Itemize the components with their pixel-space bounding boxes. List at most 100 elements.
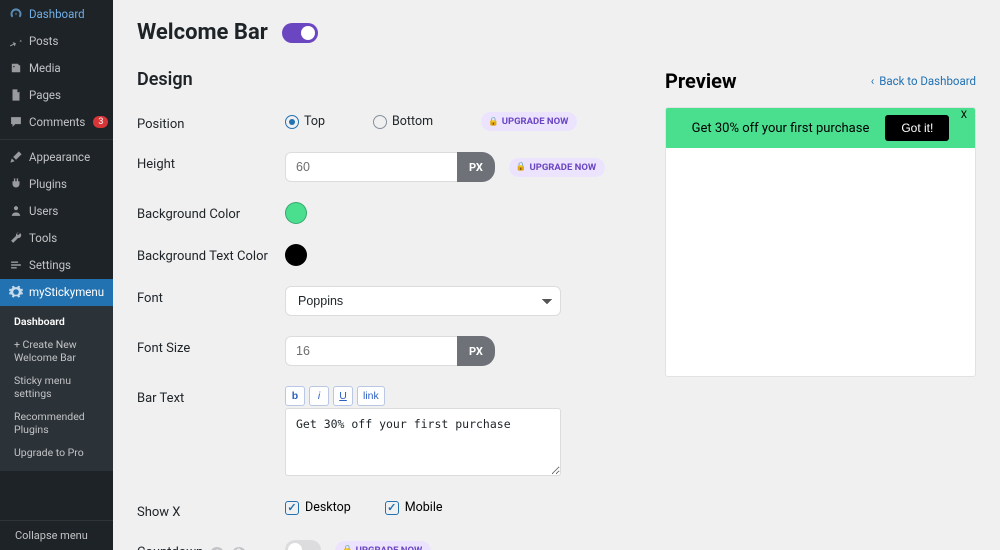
- chevron-left-icon: ‹: [871, 74, 874, 88]
- main-content: Welcome Bar Design Position Top Bottom: [113, 0, 1000, 550]
- bg-color-swatch[interactable]: [285, 202, 307, 224]
- sidebar-label: Media: [29, 61, 61, 75]
- tool-icon: [9, 231, 23, 245]
- checkbox-label: Mobile: [405, 500, 443, 515]
- radio-dot-icon: [285, 115, 299, 129]
- bar-text-textarea[interactable]: [285, 408, 561, 476]
- radio-dot-icon: [373, 115, 387, 129]
- lock-icon: 🔒: [488, 117, 499, 127]
- upgrade-pill[interactable]: 🔒 UPGRADE NOW: [335, 541, 431, 550]
- comment-icon: [9, 115, 23, 129]
- upgrade-label: UPGRADE NOW: [529, 162, 596, 173]
- upgrade-pill[interactable]: 🔒 UPGRADE NOW: [509, 158, 605, 177]
- sidebar-item-posts[interactable]: Posts: [0, 27, 113, 54]
- sidebar-item-users[interactable]: Users: [0, 198, 113, 225]
- sidebar-label: Comments: [29, 115, 85, 129]
- comments-count-badge: 3: [93, 116, 108, 128]
- back-link-label: Back to Dashboard: [879, 74, 976, 88]
- sidebar-label: Users: [29, 204, 58, 218]
- submenu-recommended[interactable]: Recommended Plugins: [0, 405, 113, 441]
- sidebar-label: Tools: [29, 231, 57, 245]
- checkbox-desktop[interactable]: ✓ Desktop: [285, 500, 351, 515]
- check-icon: ✓: [285, 501, 299, 515]
- submenu-dashboard[interactable]: Dashboard: [0, 310, 113, 333]
- editor-link-button[interactable]: link: [357, 386, 385, 406]
- sidebar-item-comments[interactable]: Comments 3: [0, 108, 113, 135]
- unit-badge: PX: [457, 336, 495, 366]
- settings-icon: [9, 258, 23, 272]
- clock-icon: ◷: [210, 547, 224, 550]
- preview-panel: Preview ‹ Back to Dashboard Get 30% off …: [665, 69, 976, 550]
- page-icon: [9, 88, 23, 102]
- upgrade-label: UPGRADE NOW: [356, 545, 423, 550]
- editor-italic-button[interactable]: i: [309, 386, 329, 406]
- countdown-toggle[interactable]: [285, 540, 321, 550]
- pin-icon: [9, 34, 23, 48]
- sidebar-label: myStickymenu: [29, 285, 104, 299]
- back-to-dashboard-link[interactable]: ‹ Back to Dashboard: [871, 74, 976, 88]
- submenu-create-new[interactable]: + Create New Welcome Bar: [0, 333, 113, 369]
- admin-sidebar: Dashboard Posts Media Pages Comments 3 A…: [0, 0, 113, 550]
- sidebar-item-dashboard[interactable]: Dashboard: [0, 0, 113, 27]
- sidebar-item-mystickymenu[interactable]: myStickymenu: [0, 279, 113, 306]
- submenu-sticky-settings[interactable]: Sticky menu settings: [0, 369, 113, 405]
- sidebar-item-appearance[interactable]: Appearance: [0, 139, 113, 171]
- sidebar-item-tools[interactable]: Tools: [0, 225, 113, 252]
- radio-position-bottom[interactable]: Bottom: [373, 114, 433, 129]
- unit-badge: PX: [457, 152, 495, 182]
- sidebar-label: Posts: [29, 34, 58, 48]
- label-position: Position: [137, 112, 285, 132]
- height-input[interactable]: [285, 152, 457, 182]
- lock-icon: 🔒: [342, 545, 353, 550]
- sidebar-label: Plugins: [29, 177, 67, 191]
- sidebar-label: Pages: [29, 88, 61, 102]
- sidebar-label: Appearance: [29, 150, 90, 164]
- sidebar-item-pages[interactable]: Pages: [0, 81, 113, 108]
- font-select[interactable]: Poppins: [285, 286, 561, 316]
- help-icon: ?: [232, 547, 246, 550]
- sidebar-label: Settings: [29, 258, 71, 272]
- label-height: Height: [137, 152, 285, 172]
- gear-icon: [9, 285, 23, 299]
- font-size-input[interactable]: [285, 336, 457, 366]
- text-color-swatch[interactable]: [285, 244, 307, 266]
- welcome-bar-preview: Get 30% off your first purchase Got it! …: [666, 108, 975, 148]
- sidebar-submenu: Dashboard + Create New Welcome Bar Stick…: [0, 306, 113, 471]
- radio-label: Bottom: [392, 114, 433, 129]
- checkbox-label: Desktop: [305, 500, 351, 515]
- brush-icon: [9, 150, 23, 164]
- sidebar-item-plugins[interactable]: Plugins: [0, 171, 113, 198]
- radio-position-top[interactable]: Top: [285, 114, 325, 129]
- user-icon: [9, 204, 23, 218]
- dashboard-icon: [9, 7, 23, 21]
- lock-icon: 🔒: [516, 162, 527, 172]
- label-countdown: Countdown ◷ ?: [137, 540, 285, 550]
- section-heading: Design: [137, 69, 617, 90]
- design-form: Design Position Top Bottom 🔒 UPGRADE N: [137, 69, 617, 550]
- label-bg-text-color: Background Text Color: [137, 244, 285, 264]
- label-bg-color: Background Color: [137, 202, 285, 222]
- sidebar-item-media[interactable]: Media: [0, 54, 113, 81]
- radio-label: Top: [304, 114, 325, 129]
- label-font: Font: [137, 286, 285, 306]
- preview-title: Preview: [665, 69, 737, 93]
- upgrade-pill[interactable]: 🔒 UPGRADE NOW: [481, 112, 577, 131]
- preview-frame: Get 30% off your first purchase Got it! …: [665, 107, 976, 377]
- checkbox-mobile[interactable]: ✓ Mobile: [385, 500, 443, 515]
- sidebar-item-settings[interactable]: Settings: [0, 252, 113, 279]
- welcome-bar-close-icon[interactable]: X: [961, 110, 967, 121]
- plug-icon: [9, 177, 23, 191]
- editor-underline-button[interactable]: U: [333, 386, 353, 406]
- welcome-bar-toggle[interactable]: [282, 23, 318, 43]
- label-show-x: Show X: [137, 500, 285, 520]
- collapse-menu[interactable]: Collapse menu: [0, 520, 113, 550]
- collapse-label: Collapse menu: [15, 529, 88, 542]
- sidebar-label: Dashboard: [29, 7, 85, 21]
- check-icon: ✓: [385, 501, 399, 515]
- editor-bold-button[interactable]: b: [285, 386, 305, 406]
- welcome-bar-cta-button[interactable]: Got it!: [885, 115, 949, 141]
- label-bar-text: Bar Text: [137, 386, 285, 406]
- welcome-bar-text: Get 30% off your first purchase: [692, 121, 870, 136]
- submenu-upgrade[interactable]: Upgrade to Pro: [0, 441, 113, 464]
- media-icon: [9, 61, 23, 75]
